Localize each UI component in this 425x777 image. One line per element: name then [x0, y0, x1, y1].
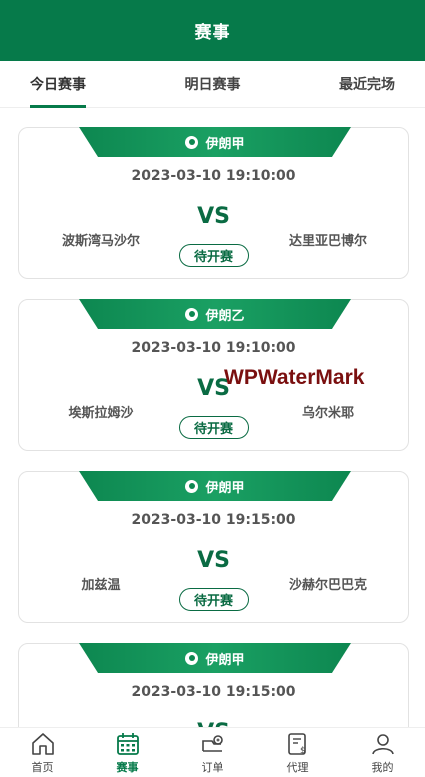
nav-label: 代理: [286, 760, 309, 774]
away-team: 乌尔米耶: [301, 406, 354, 421]
match-time: 2023-03-10 19:10:00: [131, 340, 296, 356]
bottom-nav: 首页 赛事 订单 $ 代理 我的: [0, 727, 425, 777]
league-banner: 伊朗乙: [79, 299, 351, 329]
tab-recent-finished[interactable]: 最近完场: [339, 61, 395, 108]
nav-label: 我的: [371, 760, 394, 774]
league-banner: 伊朗甲: [79, 643, 351, 673]
league-name: 伊朗甲: [205, 652, 245, 668]
home-icon: [31, 732, 54, 755]
nav-label: 赛事: [116, 760, 139, 774]
watermark-text: WPWaterMark: [224, 366, 365, 389]
order-icon: [201, 734, 223, 752]
nav-label: 首页: [31, 760, 54, 774]
league-banner: 伊朗甲: [79, 127, 351, 157]
league-name: 伊朗甲: [205, 136, 245, 152]
league-name: 伊朗甲: [205, 480, 245, 496]
nav-events[interactable]: 赛事: [93, 731, 163, 775]
nav-label: 订单: [201, 760, 224, 774]
football-icon: [185, 479, 199, 493]
football-icon: [185, 651, 199, 665]
match-card[interactable]: 伊朗甲 2023-03-10 19:15:00 VS: [18, 643, 409, 727]
user-icon: [371, 733, 394, 754]
app-header: 赛事: [0, 0, 425, 61]
nav-orders[interactable]: 订单: [178, 731, 248, 775]
agent-icon: $: [287, 732, 306, 756]
nav-agent[interactable]: $ 代理: [263, 731, 333, 775]
match-list[interactable]: 伊朗甲 2023-03-10 19:10:00 VS 波斯湾马沙尔 达里亚巴博尔…: [0, 108, 425, 727]
football-icon: [185, 135, 199, 149]
tab-bar: 今日赛事 明日赛事 最近完场: [0, 61, 425, 108]
match-card[interactable]: 伊朗甲 2023-03-10 19:10:00 VS 波斯湾马沙尔 达里亚巴博尔…: [18, 127, 409, 279]
match-card[interactable]: 伊朗甲 2023-03-10 19:15:00 VS 加兹温 沙赫尔巴巴克 待开…: [18, 471, 409, 623]
league-banner: 伊朗甲: [79, 471, 351, 501]
svg-text:$: $: [300, 746, 306, 756]
match-time: 2023-03-10 19:15:00: [131, 512, 296, 528]
match-time: 2023-03-10 19:15:00: [131, 684, 296, 700]
league-name: 伊朗乙: [205, 308, 245, 324]
football-icon: [185, 307, 199, 321]
match-status-badge[interactable]: 待开赛: [178, 416, 249, 439]
tab-today[interactable]: 今日赛事: [30, 61, 86, 108]
vs-label: VS: [197, 204, 230, 229]
match-status-badge[interactable]: 待开赛: [178, 244, 249, 267]
vs-label: VS: [197, 548, 230, 573]
calendar-icon: [116, 732, 139, 755]
away-team: 达里亚巴博尔: [288, 234, 367, 249]
home-team: 加兹温: [81, 578, 121, 593]
match-status-badge[interactable]: 待开赛: [178, 588, 249, 611]
away-team: 沙赫尔巴巴克: [288, 578, 367, 593]
vs-label: VS: [19, 720, 408, 727]
match-time: 2023-03-10 19:10:00: [131, 168, 296, 184]
home-team: 波斯湾马沙尔: [61, 234, 140, 249]
page-title: 赛事: [194, 23, 231, 43]
tab-tomorrow[interactable]: 明日赛事: [185, 61, 241, 108]
nav-profile[interactable]: 我的: [348, 731, 418, 775]
home-team: 埃斯拉姆沙: [68, 406, 134, 421]
nav-home[interactable]: 首页: [8, 731, 78, 775]
